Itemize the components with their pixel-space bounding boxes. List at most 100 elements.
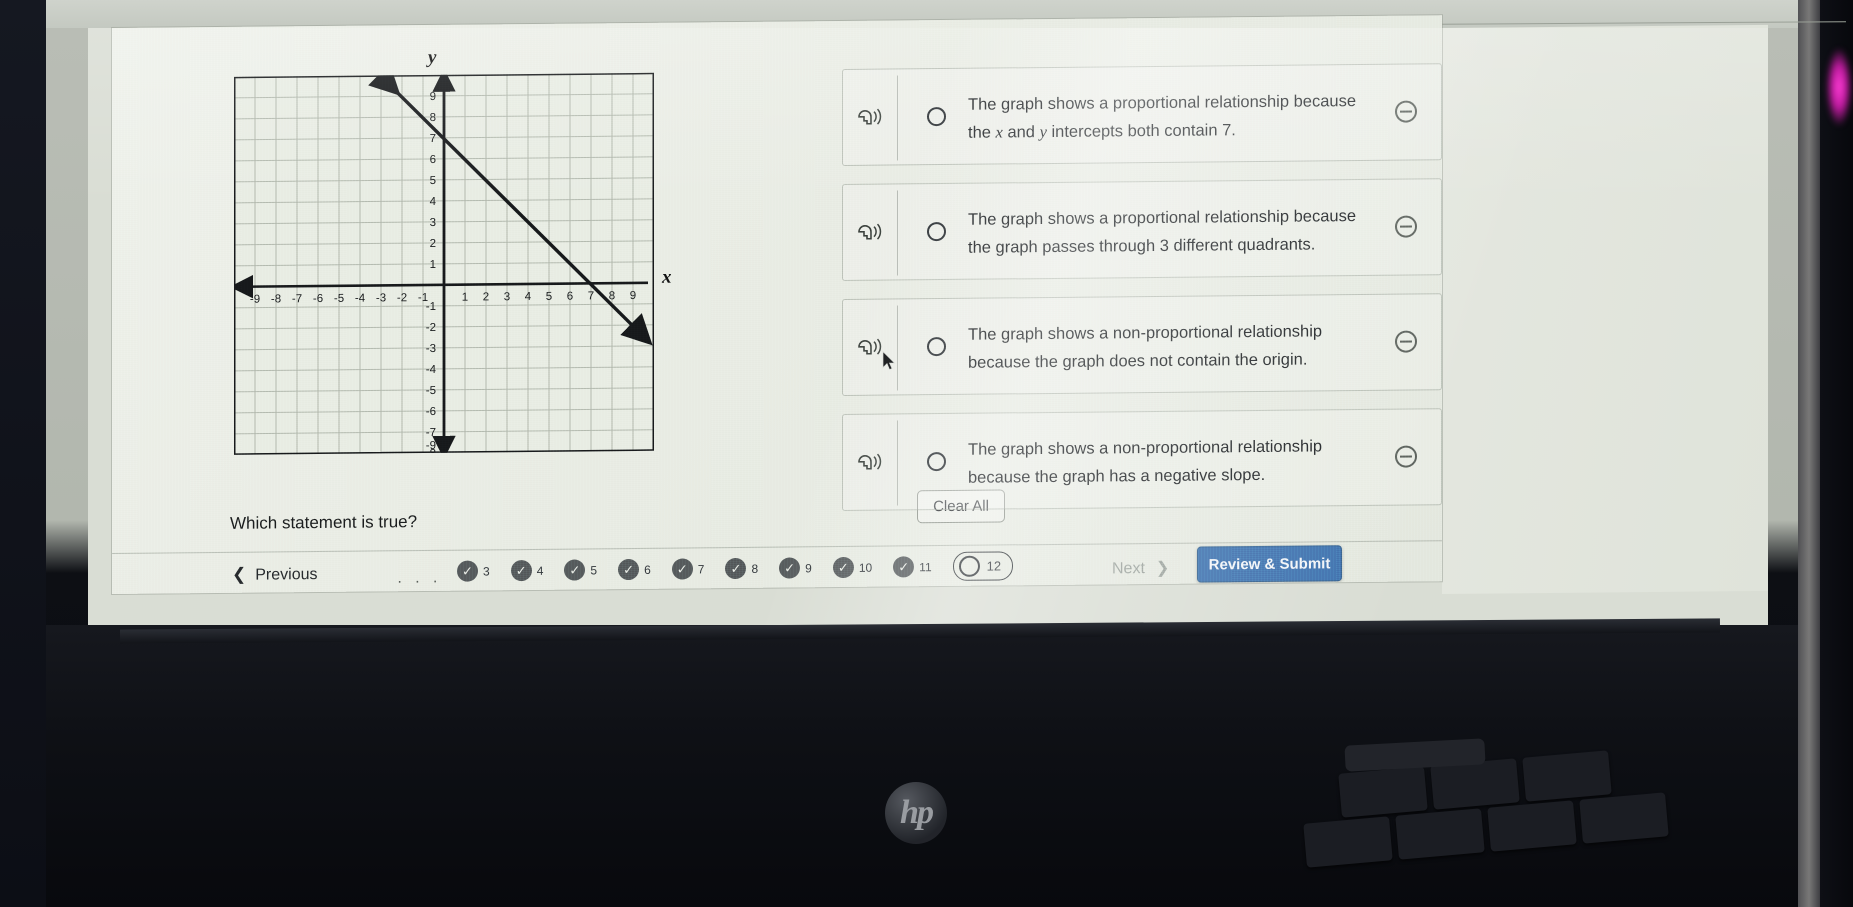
check-icon: ✓ <box>779 557 801 579</box>
pager-item-7[interactable]: ✓ 7 <box>671 558 705 580</box>
option-radio-a[interactable] <box>927 106 946 127</box>
check-icon: ✓ <box>618 558 640 581</box>
pager-number: 12 <box>986 558 1002 574</box>
svg-text:-4: -4 <box>426 364 437 376</box>
photo-scene: y x -9 -8 -7 -6 -5 -4 -3 -2 -1 1 2 3 4 5… <box>0 0 1853 907</box>
svg-text:-1: -1 <box>426 301 436 313</box>
review-and-submit-button[interactable]: Review & Submit <box>1197 545 1342 583</box>
svg-text:4: 4 <box>525 291 532 303</box>
svg-text:-2: -2 <box>397 292 407 304</box>
svg-text:-7: -7 <box>292 293 302 305</box>
svg-text:6: 6 <box>430 154 436 166</box>
svg-text:1: 1 <box>462 292 468 304</box>
check-icon: ✓ <box>832 556 854 579</box>
pager-number: 8 <box>751 561 759 576</box>
pager-item-10[interactable]: ✓ 10 <box>832 556 873 579</box>
option-divider <box>897 305 898 391</box>
option-label-c: The graph shows a non-proportional relat… <box>968 322 1323 372</box>
svg-text:3: 3 <box>430 217 436 229</box>
option-radio-d[interactable] <box>927 451 946 472</box>
pager-item-3[interactable]: ✓ 3 <box>457 560 490 582</box>
answer-option-d[interactable]: The graph shows a non-proportional relat… <box>842 408 1442 511</box>
svg-text:-9: -9 <box>426 440 436 452</box>
read-aloud-icon[interactable] <box>855 219 885 245</box>
hp-logo: hp <box>885 782 947 844</box>
next-button[interactable]: Next ❯ <box>1112 558 1169 579</box>
answer-option-c[interactable]: The graph shows a non-proportional relat… <box>842 293 1442 396</box>
svg-text:3: 3 <box>504 291 510 303</box>
pager-number: 11 <box>919 559 932 574</box>
check-icon: ✓ <box>725 557 747 580</box>
pager-item-4[interactable]: ✓ 4 <box>510 559 544 582</box>
svg-text:9: 9 <box>430 91 436 103</box>
svg-text:-8: -8 <box>271 293 281 305</box>
svg-text:-5: -5 <box>426 385 436 397</box>
option-divider <box>897 75 898 161</box>
question-prompt: Which statement is true? <box>230 512 418 533</box>
current-question-circle-icon <box>958 555 980 577</box>
eliminate-option-d-icon[interactable] <box>1395 445 1417 468</box>
svg-text:7: 7 <box>588 290 594 302</box>
check-icon: ✓ <box>564 559 586 581</box>
answer-option-a[interactable]: The graph shows a proportional relations… <box>842 63 1442 166</box>
check-icon: ✓ <box>510 559 532 582</box>
svg-text:-6: -6 <box>313 293 323 305</box>
eliminate-option-a-icon[interactable] <box>1395 100 1417 123</box>
pager-number: 6 <box>644 562 651 577</box>
keyboard-key <box>1395 808 1485 860</box>
keyboard-key <box>1522 750 1612 802</box>
eliminate-option-c-icon[interactable] <box>1395 330 1417 353</box>
svg-text:5: 5 <box>546 291 552 303</box>
check-icon: ✓ <box>893 556 915 578</box>
svg-text:-9: -9 <box>250 294 260 306</box>
pager-number: 4 <box>536 563 544 578</box>
read-aloud-icon[interactable] <box>855 449 885 475</box>
answer-options-list: The graph shows a proportional relations… <box>842 63 1442 529</box>
keyboard-key <box>1579 792 1669 844</box>
mouse-cursor <box>882 350 896 370</box>
chevron-right-icon: ❯ <box>1155 559 1170 577</box>
pager-item-11[interactable]: ✓ 11 <box>893 556 932 578</box>
keyboard-key <box>1487 800 1577 852</box>
pager-number: 7 <box>697 561 705 576</box>
pager-number: 10 <box>858 560 873 575</box>
svg-text:-6: -6 <box>426 406 436 418</box>
pager-item-8[interactable]: ✓ 8 <box>725 557 759 580</box>
chevron-left-icon: ❮ <box>232 564 247 584</box>
svg-text:8: 8 <box>430 112 436 124</box>
check-icon: ✓ <box>671 558 693 580</box>
pager-item-6[interactable]: ✓ 6 <box>618 558 651 581</box>
pager-item-5[interactable]: ✓ 5 <box>564 559 597 581</box>
svg-text:9: 9 <box>630 290 636 302</box>
graph-y-axis-label: y <box>428 46 437 68</box>
room-wall-left <box>0 0 46 907</box>
read-aloud-icon[interactable] <box>855 334 885 360</box>
svg-text:8: 8 <box>609 290 615 302</box>
check-icon: ✓ <box>457 560 478 582</box>
read-aloud-icon[interactable] <box>855 104 885 130</box>
svg-text:-5: -5 <box>334 293 344 305</box>
graph-plot: -9 -8 -7 -6 -5 -4 -3 -2 -1 1 2 3 4 5 6 7 8 9 9 8 7 6 5 4… <box>234 72 654 455</box>
answer-option-b[interactable]: The graph shows a proportional relations… <box>842 178 1442 281</box>
svg-text:-3: -3 <box>426 343 436 355</box>
pager-number: 3 <box>483 563 490 578</box>
option-radio-c[interactable] <box>927 336 946 357</box>
svg-text:6: 6 <box>567 291 573 303</box>
option-divider <box>897 190 898 276</box>
option-label-a: The graph shows a proportional relations… <box>968 92 1356 142</box>
svg-text:7: 7 <box>430 133 436 145</box>
keyboard-key <box>1338 766 1428 818</box>
pager-item-9[interactable]: ✓ 9 <box>779 557 812 579</box>
svg-text:-2: -2 <box>426 322 436 334</box>
keyboard-key <box>1303 816 1393 868</box>
eliminate-option-b-icon[interactable] <box>1395 215 1417 238</box>
option-radio-b[interactable] <box>927 221 946 242</box>
pager-ellipsis: · · · <box>397 572 442 591</box>
room-door-frame <box>1798 0 1820 907</box>
svg-text:-4: -4 <box>355 293 366 305</box>
svg-text:1: 1 <box>430 259 436 271</box>
pager-item-12-current[interactable]: 12 <box>952 551 1014 581</box>
option-label-d: The graph shows a non-proportional relat… <box>968 437 1323 487</box>
previous-button[interactable]: ❮ Previous <box>232 564 318 585</box>
svg-text:4: 4 <box>430 196 437 208</box>
